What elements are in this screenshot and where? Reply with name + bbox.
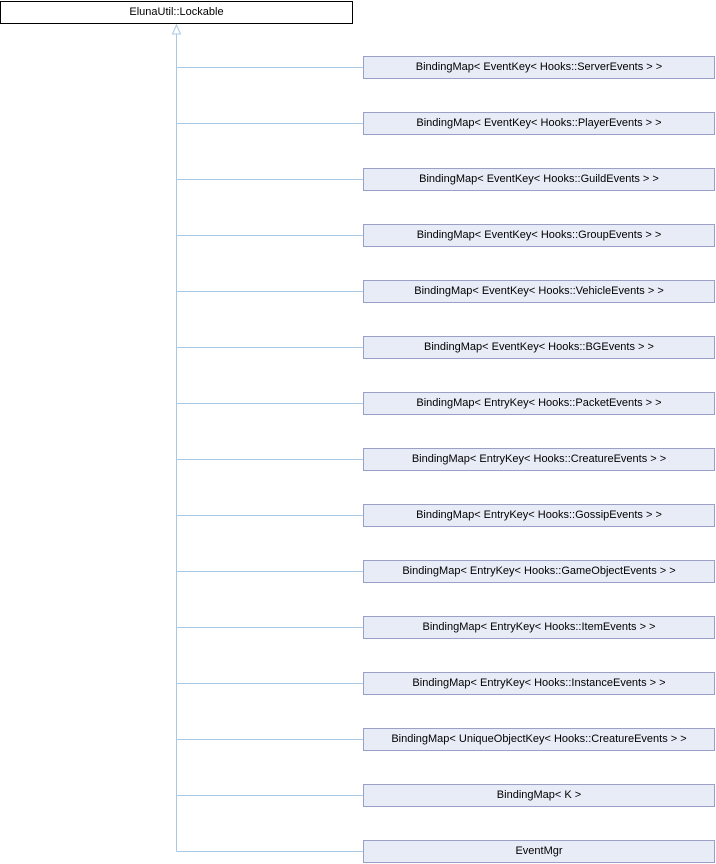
class-node-gossip-events[interactable]: BindingMap< EntryKey< Hooks::GossipEvent… [363,504,715,527]
class-node-eventmgr[interactable]: EventMgr [363,840,715,863]
class-node-binding-map-k[interactable]: BindingMap< K > [363,784,715,807]
class-name: BindingMap< EventKey< Hooks::ServerEvent… [415,61,663,73]
class-name: EventMgr [515,845,563,857]
class-node-unique-creature-events[interactable]: BindingMap< UniqueObjectKey< Hooks::Crea… [363,728,715,751]
class-node-gameobject-events[interactable]: BindingMap< EntryKey< Hooks::GameObjectE… [363,560,715,583]
class-node-vehicle-events[interactable]: BindingMap< EventKey< Hooks::VehicleEven… [363,280,715,303]
inheritance-arrowhead [171,23,182,35]
class-name: BindingMap< EntryKey< Hooks::GossipEvent… [416,509,662,521]
class-node-item-events[interactable]: BindingMap< EntryKey< Hooks::ItemEvents … [363,616,715,639]
class-node-bg-events[interactable]: BindingMap< EventKey< Hooks::BGEvents > … [363,336,715,359]
class-name: BindingMap< EventKey< Hooks::GroupEvents… [416,229,662,241]
class-node-elunautil-lockable[interactable]: ElunaUtil::Lockable [0,1,353,24]
class-name: BindingMap< EntryKey< Hooks::PacketEvent… [416,397,662,409]
class-node-server-events[interactable]: BindingMap< EventKey< Hooks::ServerEvent… [363,56,715,79]
class-node-player-events[interactable]: BindingMap< EventKey< Hooks::PlayerEvent… [363,112,715,135]
class-name: BindingMap< K > [496,789,582,801]
class-node-instance-events[interactable]: BindingMap< EntryKey< Hooks::InstanceEve… [363,672,715,695]
class-name: BindingMap< EntryKey< Hooks::CreatureEve… [411,453,667,465]
class-name: BindingMap< EventKey< Hooks::GuildEvents… [419,173,659,185]
class-node-creature-events[interactable]: BindingMap< EntryKey< Hooks::CreatureEve… [363,448,715,471]
class-node-packet-events[interactable]: BindingMap< EntryKey< Hooks::PacketEvent… [363,392,715,415]
class-name: BindingMap< EntryKey< Hooks::ItemEvents … [422,621,656,633]
class-name: BindingMap< UniqueObjectKey< Hooks::Crea… [391,733,687,745]
class-node-group-events[interactable]: BindingMap< EventKey< Hooks::GroupEvents… [363,224,715,247]
class-name: BindingMap< EventKey< Hooks::VehicleEven… [414,285,664,297]
class-name: BindingMap< EventKey< Hooks::BGEvents > … [424,341,654,353]
class-name: ElunaUtil::Lockable [129,6,224,18]
class-name: BindingMap< EntryKey< Hooks::InstanceEve… [412,677,666,689]
class-node-guild-events[interactable]: BindingMap< EventKey< Hooks::GuildEvents… [363,168,715,191]
class-name: BindingMap< EntryKey< Hooks::GameObjectE… [402,565,676,577]
class-name: BindingMap< EventKey< Hooks::PlayerEvent… [416,117,662,129]
